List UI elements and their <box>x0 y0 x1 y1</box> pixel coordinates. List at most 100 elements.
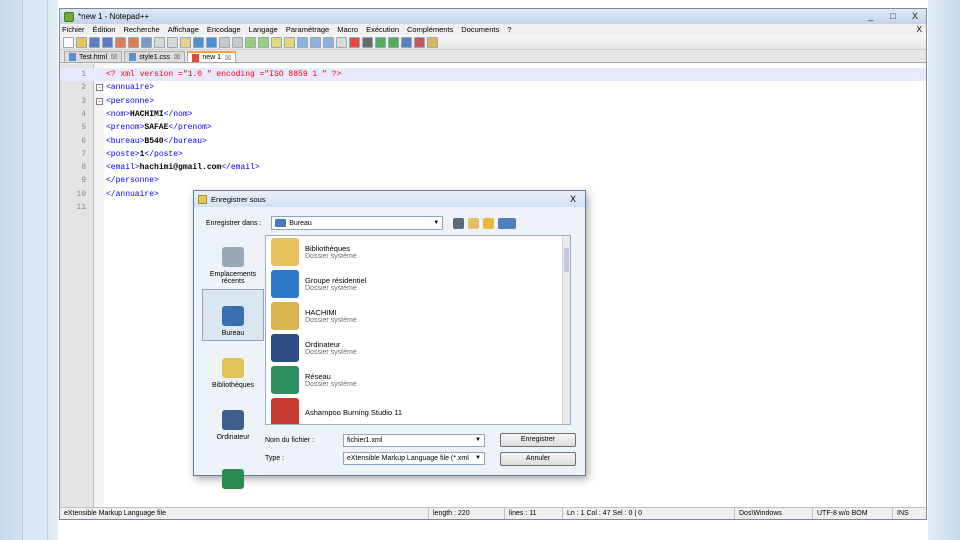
list-item[interactable]: Groupe résidentiel Dossier système <box>266 268 570 300</box>
save-all-icon[interactable] <box>102 36 113 48</box>
menu-fichier[interactable]: Fichier <box>62 25 85 34</box>
menu-affichage[interactable]: Affichage <box>168 25 199 34</box>
close-icon[interactable] <box>115 36 126 48</box>
menu-edition[interactable]: Édition <box>93 25 116 34</box>
menu-complements[interactable]: Compléments <box>407 25 453 34</box>
zoom-out-icon[interactable] <box>258 36 269 48</box>
code-line[interactable]: 9 </personne> <box>60 174 926 187</box>
chevron-down-icon[interactable]: ▼ <box>475 455 481 461</box>
lookin-dropdown[interactable]: Bureau ▼ <box>271 216 444 230</box>
code-text: <poste>1</poste> <box>106 148 183 161</box>
filetype-select[interactable]: eXtensible Markup Language file (*.xml ▼ <box>343 451 485 465</box>
list-item[interactable]: Bibliothèques Dossier système <box>266 236 570 268</box>
close-all-icon[interactable] <box>128 36 139 48</box>
plugin-icon[interactable] <box>427 36 438 48</box>
undo-icon[interactable] <box>193 36 204 48</box>
tab-close-icon[interactable]: ☒ <box>111 53 117 61</box>
place-item[interactable]: Emplacements récents <box>202 237 264 289</box>
list-item[interactable]: Ashampoo Burning Studio 11 <box>266 396 570 424</box>
place-item[interactable] <box>202 445 264 497</box>
list-item[interactable]: Réseau Dossier système <box>266 364 570 396</box>
sync-horizontal-icon[interactable] <box>284 36 295 48</box>
up-folder-icon[interactable] <box>468 217 480 229</box>
zoom-in-icon[interactable] <box>245 36 256 48</box>
filename-label: Nom du fichier : <box>265 436 315 444</box>
cancel-button[interactable]: Annuler <box>500 452 576 466</box>
close-window-button[interactable]: X <box>904 10 926 23</box>
paste-icon[interactable] <box>180 36 191 48</box>
dialog-title: Enregistrer sous <box>211 194 266 204</box>
menu-encodage[interactable]: Encodage <box>207 25 241 34</box>
file-list[interactable]: Bibliothèques Dossier système Groupe résid… <box>265 235 571 425</box>
record-macro-icon[interactable] <box>349 36 360 48</box>
file-type: Dossier système <box>305 285 357 292</box>
code-line[interactable]: 5 <prenom>SAFAE</prenom> <box>60 121 926 134</box>
menu-help[interactable]: ? <box>507 25 511 34</box>
tab-style1-css[interactable]: style1.css ☒ <box>124 51 186 62</box>
user-lang-icon[interactable] <box>336 36 347 48</box>
open-file-icon[interactable] <box>76 36 87 48</box>
save-button[interactable]: Enregistrer <box>500 433 576 447</box>
menu-langage[interactable]: Langage <box>249 25 278 34</box>
saved-file-icon <box>69 53 76 61</box>
stop-macro-icon[interactable] <box>362 36 373 48</box>
copy-icon[interactable] <box>167 36 178 48</box>
file-list-scrollbar[interactable] <box>562 236 570 424</box>
print-icon[interactable] <box>141 36 152 48</box>
tab-close-icon[interactable]: ☒ <box>174 53 180 61</box>
list-item[interactable]: Ordinateur Dossier système <box>266 332 570 364</box>
tab-new-1[interactable]: new 1 ☒ <box>187 51 237 62</box>
fold-toggle-icon[interactable]: − <box>96 97 103 105</box>
save-macro-icon[interactable] <box>401 36 412 48</box>
play-macro-icon[interactable] <box>375 36 386 48</box>
tab-test-html[interactable]: Test.html ☒ <box>64 51 123 62</box>
cut-icon[interactable] <box>154 36 165 48</box>
place-item[interactable]: Ordinateur <box>202 393 264 445</box>
back-icon[interactable] <box>453 217 465 229</box>
code-line[interactable]: 6 <bureau>B540</bureau> <box>60 135 926 148</box>
sync-vertical-icon[interactable] <box>271 36 282 48</box>
menu-parametrage[interactable]: Paramétrage <box>286 25 329 34</box>
scrollbar-thumb[interactable] <box>564 248 569 272</box>
show-all-chars-icon[interactable] <box>310 36 321 48</box>
new-file-icon[interactable] <box>63 36 74 48</box>
place-item[interactable]: Bureau <box>202 289 264 341</box>
view-menu-icon[interactable] <box>498 217 517 229</box>
place-item[interactable]: Bibliothèques <box>202 341 264 393</box>
spell-check-icon[interactable] <box>414 36 425 48</box>
new-folder-icon[interactable] <box>483 217 495 229</box>
menu-macro[interactable]: Macro <box>337 25 358 34</box>
code-line[interactable]: 3 − <personne> <box>60 95 926 108</box>
minimize-button[interactable]: _ <box>860 10 882 23</box>
run-macro-multiple-icon[interactable] <box>388 36 399 48</box>
line-number: 4 <box>81 109 86 119</box>
place-icon <box>222 469 244 489</box>
chevron-down-icon[interactable]: ▼ <box>475 437 481 443</box>
code-text: </personne> <box>106 174 159 187</box>
maximize-button[interactable]: □ <box>882 10 904 23</box>
redo-icon[interactable] <box>206 36 217 48</box>
replace-icon[interactable] <box>232 36 243 48</box>
menu-recherche[interactable]: Recherche <box>123 25 159 34</box>
code-line[interactable]: 7 <poste>1</poste> <box>60 148 926 161</box>
code-line[interactable]: 1 <? xml version ="1.0 " encoding ="ISO 8… <box>60 68 926 82</box>
tab-close-icon[interactable]: ☒ <box>225 54 231 62</box>
code-text: <annuaire> <box>106 81 154 94</box>
list-item[interactable]: HACHIMI Dossier système <box>266 300 570 332</box>
indent-guide-icon[interactable] <box>323 36 334 48</box>
close-document-icon[interactable]: X <box>917 25 922 34</box>
save-icon[interactable] <box>89 36 100 48</box>
menu-documents[interactable]: Documents <box>461 25 499 34</box>
title-bar: *new 1 - Notepad++ _ □ X <box>60 9 926 24</box>
find-icon[interactable] <box>219 36 230 48</box>
menu-execution[interactable]: Exécution <box>366 25 399 34</box>
filename-input[interactable]: fichier1.xml ▼ <box>343 433 485 447</box>
code-line[interactable]: 8 <email>hachimi@gmail.com</email> <box>60 161 926 174</box>
fold-toggle-icon[interactable]: − <box>96 84 103 92</box>
dialog-close-button[interactable]: X <box>561 194 585 204</box>
word-wrap-icon[interactable] <box>297 36 308 48</box>
code-line[interactable]: 2 − <annuaire> <box>60 81 926 94</box>
file-text: Ashampoo Burning Studio 11 <box>305 408 402 417</box>
tab-bar: Test.html ☒ style1.css ☒ new 1 ☒ <box>60 50 926 63</box>
code-line[interactable]: 4 <nom>HACHIMI</nom> <box>60 108 926 121</box>
